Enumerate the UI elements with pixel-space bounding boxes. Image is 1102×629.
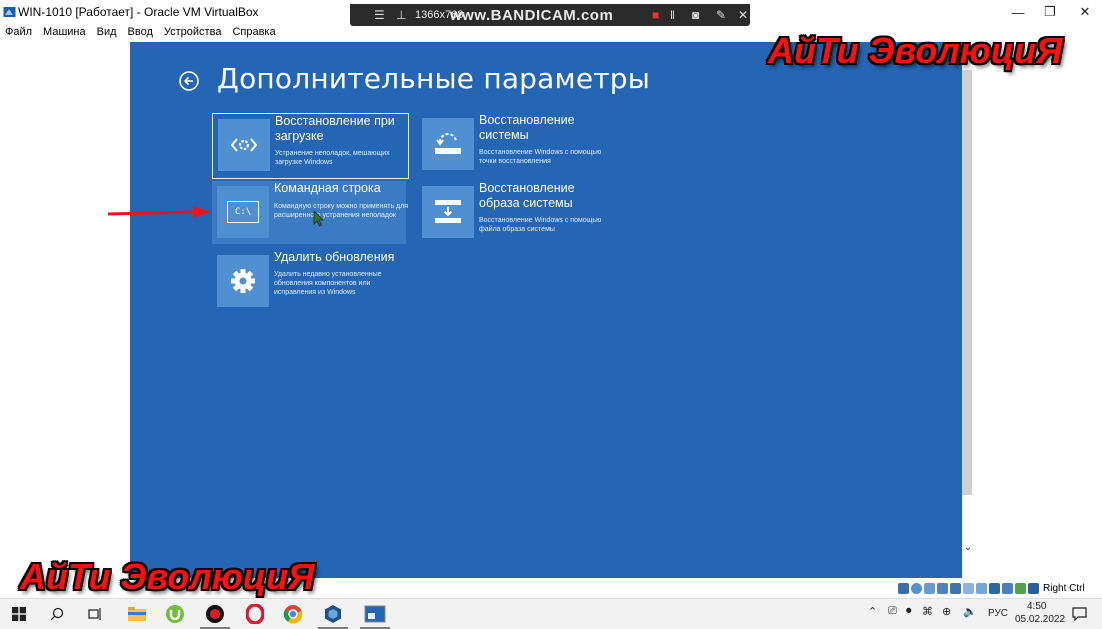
pin-icon[interactable]: ⊥: [396, 8, 406, 22]
tray-app-icon[interactable]: ⌘: [922, 605, 933, 618]
cmd-prompt-label: C:\: [227, 201, 259, 223]
pause-icon[interactable]: ‖: [670, 8, 675, 22]
window-title: WIN-1010 [Работает] - Oracle VM VirtualB…: [18, 5, 259, 19]
menu-help[interactable]: Справка: [227, 24, 281, 42]
scrollbar-thumb[interactable]: [962, 70, 972, 495]
search-icon: [50, 607, 64, 621]
volume-icon[interactable]: 🔈: [963, 605, 977, 618]
camera-icon[interactable]: ◙: [692, 8, 699, 22]
optical-drive-icon[interactable]: [911, 582, 922, 594]
virtualization-icon[interactable]: [1002, 582, 1013, 594]
tile-heading: Восстановление при загрузке: [275, 114, 395, 143]
vbox-status-bar: Right Ctrl: [898, 580, 1085, 596]
search-button[interactable]: [38, 599, 76, 629]
network-icon[interactable]: [937, 582, 948, 594]
tile-description: Восстановление Windows с помощью файла о…: [479, 217, 602, 233]
close-icon[interactable]: ✕: [738, 8, 748, 22]
tray-camera-icon[interactable]: ⎚: [888, 605, 897, 618]
display-icon[interactable]: [976, 582, 987, 594]
menu-machine[interactable]: Машина: [38, 24, 92, 42]
host-key-label: Right Ctrl: [1043, 582, 1085, 594]
taskbar-virtualbox[interactable]: [314, 599, 352, 629]
clock-date[interactable]: 05.02.2022: [1015, 614, 1065, 625]
bandicam-toolbar: ☰ ⊥ 1366x768 www.BANDICAM.com ■ ‖ ◙ ✎ ✕: [350, 4, 750, 26]
tile-system-restore[interactable]: Восстановление системы Восстановление Wi…: [417, 113, 611, 175]
gear-icon: [217, 255, 269, 307]
taskbar-opera[interactable]: [236, 599, 274, 629]
virtualbox-icon: [3, 7, 16, 17]
vm-window-icon: [364, 605, 386, 623]
clock-time[interactable]: 4:50: [1027, 601, 1046, 612]
tile-command-prompt[interactable]: C:\ Командная строка Командную строку мо…: [212, 181, 408, 244]
scroll-down-icon[interactable]: ⌄: [962, 542, 974, 553]
opera-icon: [246, 604, 264, 624]
notification-icon[interactable]: [1072, 607, 1087, 621]
mouse-cursor-icon: [313, 210, 324, 227]
chrome-icon: [283, 605, 303, 624]
back-arrow-icon[interactable]: [178, 70, 200, 92]
task-view-icon: [88, 608, 101, 620]
tile-system-image[interactable]: Восстановление образа системы Восстановл…: [417, 181, 611, 243]
usb-icon[interactable]: [950, 582, 961, 594]
watermark-bottom: АйТи ЭволюциЯ: [20, 556, 315, 597]
shared-folders-icon[interactable]: [963, 582, 974, 594]
tray-chevron-up-icon[interactable]: ⌃: [868, 605, 877, 618]
start-button[interactable]: [0, 599, 38, 629]
keyboard-icon[interactable]: [1028, 582, 1039, 594]
windows-logo-icon: [12, 607, 26, 621]
taskbar-chrome[interactable]: [274, 599, 312, 629]
command-prompt-icon: C:\: [217, 186, 269, 238]
tile-heading: Удалить обновления: [274, 250, 395, 264]
page-title: Дополнительные параметры: [217, 62, 651, 95]
bandicam-watermark: www.BANDICAM.com: [450, 7, 614, 24]
tile-heading: Восстановление системы: [479, 113, 575, 142]
recording-icon[interactable]: [989, 582, 1000, 594]
menu-view[interactable]: Вид: [92, 24, 123, 42]
tile-heading: Командная строка: [274, 181, 381, 195]
tile-heading: Восстановление образа системы: [479, 181, 575, 210]
annotation-arrow-icon: [107, 206, 211, 218]
system-image-icon: [422, 186, 474, 238]
close-button[interactable]: ✕: [1062, 0, 1102, 24]
audio-icon[interactable]: [924, 582, 935, 594]
menu-icon[interactable]: ☰: [374, 8, 385, 22]
startup-repair-icon: [218, 119, 270, 171]
task-view-button[interactable]: [76, 599, 114, 629]
tile-description: Устранение неполадок, мешающих загрузке …: [275, 150, 390, 166]
record-icon[interactable]: ■: [652, 8, 659, 22]
tile-description: Восстановление Windows с помощью точки в…: [479, 149, 602, 165]
tile-uninstall-updates[interactable]: Удалить обновления Удалить недавно устан…: [212, 250, 406, 312]
system-restore-icon: [422, 118, 474, 170]
taskbar-vm-window[interactable]: [356, 599, 394, 629]
menu-devices[interactable]: Устройства: [159, 24, 228, 42]
taskbar-bandicam[interactable]: [196, 599, 234, 629]
mouse-integration-icon[interactable]: [1015, 582, 1026, 594]
taskbar-utorrent[interactable]: [156, 599, 194, 629]
tile-description: Удалить недавно установленные обновления…: [274, 271, 382, 296]
watermark-top: АйТи ЭволюциЯ: [768, 30, 1063, 71]
utorrent-icon: [166, 605, 184, 623]
tile-description: Командную строку можно применять для рас…: [274, 203, 408, 219]
menu-file[interactable]: Файл: [0, 24, 38, 42]
menu-input[interactable]: Ввод: [123, 24, 159, 42]
windows-taskbar: ⌃ ⎚ ⏺ ⌘ ⊕ 🔈 РУС 4:50 05.02.2022: [0, 598, 1102, 629]
microphone-icon[interactable]: ⏺: [906, 605, 912, 618]
folder-icon: [128, 607, 146, 621]
keyboard-language[interactable]: РУС: [988, 608, 1008, 619]
tile-startup-repair[interactable]: Восстановление при загрузке Устранение н…: [212, 113, 409, 179]
hdd-icon[interactable]: [898, 582, 909, 594]
taskbar-file-explorer[interactable]: [118, 599, 156, 629]
network-globe-icon[interactable]: ⊕: [942, 605, 951, 618]
record-icon: [206, 605, 224, 623]
virtualbox-icon: [325, 605, 341, 623]
pencil-icon[interactable]: ✎: [716, 8, 726, 22]
